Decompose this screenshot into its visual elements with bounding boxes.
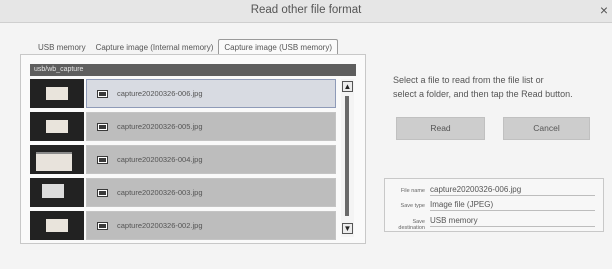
file-row[interactable]: capture20200326-002.jpg: [30, 211, 336, 240]
save-destination-value: USB memory: [430, 216, 595, 227]
save-type-value: Image file (JPEG): [430, 200, 595, 211]
file-row[interactable]: capture20200326-003.jpg: [30, 178, 336, 207]
image-file-icon: [97, 189, 108, 197]
file-thumbnail: [30, 112, 84, 141]
image-file-icon: [97, 156, 108, 164]
scroll-down-icon[interactable]: ▼: [342, 223, 353, 234]
file-name: capture20200326-004.jpg: [117, 155, 203, 164]
list-item[interactable]: capture20200326-004.jpg: [86, 145, 336, 174]
title-bar: Read other file format ×: [0, 0, 612, 23]
window-title: Read other file format: [250, 4, 362, 16]
tab-capture-usb[interactable]: Capture image (USB memory): [218, 39, 338, 54]
instruction-text: Select a file to read from the file list…: [393, 73, 608, 101]
list-item[interactable]: capture20200326-002.jpg: [86, 211, 336, 240]
file-thumbnail: [30, 211, 84, 240]
read-button[interactable]: Read: [396, 117, 485, 140]
file-thumbnail: [30, 79, 84, 108]
scrollbar-thumb[interactable]: [345, 96, 349, 216]
scroll-up-icon[interactable]: ▲: [342, 81, 353, 92]
file-name: capture20200326-005.jpg: [117, 122, 203, 131]
tab-usb-memory[interactable]: USB memory: [33, 40, 91, 54]
file-name: capture20200326-003.jpg: [117, 188, 203, 197]
list-item[interactable]: capture20200326-006.jpg: [86, 79, 336, 108]
save-type-label: Save type: [400, 203, 425, 209]
image-file-icon: [97, 123, 108, 131]
tab-capture-internal[interactable]: Capture image (Internal memory): [91, 40, 219, 54]
file-name: capture20200326-002.jpg: [117, 221, 203, 230]
cancel-button[interactable]: Cancel: [503, 117, 590, 140]
image-file-icon: [97, 222, 108, 230]
folder-path: usb/wb_capture: [30, 64, 356, 76]
instruction-line-2: select a folder, and then tap the Read b…: [393, 89, 573, 99]
file-info-panel: File name capture20200326-006.jpg Save t…: [384, 178, 604, 232]
image-file-icon: [97, 90, 108, 98]
file-name-label: File name: [400, 188, 425, 194]
tab-bar: USB memory Capture image (Internal memor…: [33, 37, 338, 54]
save-destination-label: Save destination: [398, 219, 425, 231]
file-row[interactable]: capture20200326-006.jpg: [30, 79, 336, 108]
file-name-value: capture20200326-006.jpg: [430, 185, 595, 196]
file-name: capture20200326-006.jpg: [117, 89, 203, 98]
file-row[interactable]: capture20200326-005.jpg: [30, 112, 336, 141]
file-thumbnail: [30, 145, 84, 174]
list-item[interactable]: capture20200326-003.jpg: [86, 178, 336, 207]
file-row[interactable]: capture20200326-004.jpg: [30, 145, 336, 174]
file-thumbnail: [30, 178, 84, 207]
list-item[interactable]: capture20200326-005.jpg: [86, 112, 336, 141]
instruction-line-1: Select a file to read from the file list…: [393, 75, 544, 85]
close-icon[interactable]: ×: [600, 2, 608, 18]
